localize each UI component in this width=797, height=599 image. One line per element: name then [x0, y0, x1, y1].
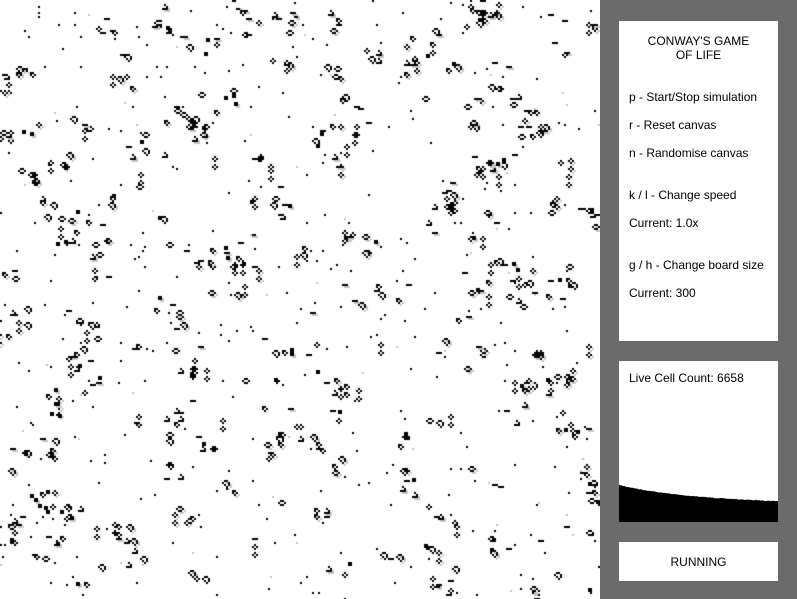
reset-hint: r - Reset canvas — [629, 118, 717, 132]
population-history-area — [619, 484, 778, 522]
simulation-status: RUNNING — [670, 554, 727, 569]
game-title: CONWAY'S GAME OF LIFE — [619, 34, 778, 62]
game-title-line1: CONWAY'S GAME — [647, 34, 750, 48]
randomise-hint: n - Randomise canvas — [629, 146, 749, 160]
game-title-line2: OF LIFE — [675, 48, 722, 62]
board-size-current: Current: 300 — [629, 286, 696, 300]
cell-grid-canvas[interactable] — [0, 0, 600, 599]
stats-panel: Live Cell Count: 6658 — [619, 361, 778, 522]
controls-panel: CONWAY'S GAME OF LIFE p - Start/Stop sim… — [619, 21, 778, 341]
start-stop-hint: p - Start/Stop simulation — [629, 90, 758, 104]
life-board[interactable] — [0, 0, 600, 599]
status-panel: RUNNING — [619, 542, 778, 581]
population-history-graph — [619, 484, 778, 522]
board-size-hint: g / h - Change board size — [629, 258, 764, 272]
game-window: CONWAY'S GAME OF LIFE p - Start/Stop sim… — [0, 0, 797, 599]
speed-hint: k / l - Change speed — [629, 188, 737, 202]
speed-current: Current: 1.0x — [629, 216, 699, 230]
